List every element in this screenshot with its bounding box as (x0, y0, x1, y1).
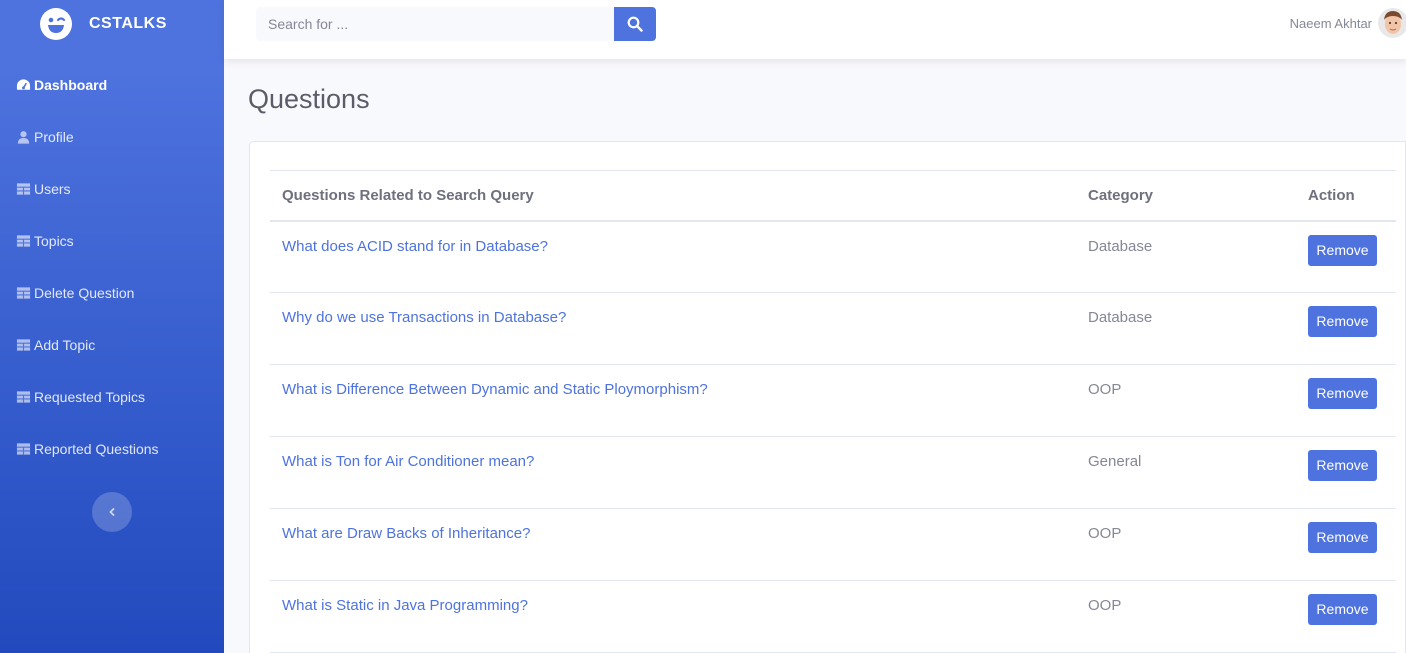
category-cell: OOP (1076, 364, 1296, 437)
search-input[interactable] (256, 7, 614, 41)
table-header-row: Questions Related to Search Query Catego… (270, 170, 1396, 222)
question-link[interactable]: What is Ton for Air Conditioner mean? (282, 453, 534, 470)
page-title: Questions (248, 84, 370, 114)
remove-button[interactable]: Remove (1308, 234, 1377, 266)
table-row: What are Draw Backs of Inheritance? OOP … (270, 508, 1396, 581)
laugh-wink-icon (40, 7, 72, 40)
table-icon (16, 287, 31, 299)
remove-button[interactable]: Remove (1308, 450, 1377, 481)
question-link[interactable]: What is Static in Java Programming? (282, 597, 528, 614)
sidebar-item-label: Add Topic (34, 337, 96, 353)
search-button[interactable] (614, 7, 656, 41)
sidebar-item-delete-question[interactable]: Delete Question (16, 285, 134, 301)
category-cell: Database (1076, 220, 1296, 293)
question-link[interactable]: What are Draw Backs of Inheritance? (282, 525, 530, 542)
sidebar-item-label: Topics (34, 233, 74, 249)
chevron-left-icon (109, 508, 115, 516)
remove-button[interactable]: Remove (1308, 522, 1377, 553)
questions-table: Questions Related to Search Query Catego… (270, 170, 1396, 653)
table-row: What is Static in Java Programming? OOP … (270, 580, 1396, 653)
table-icon (16, 183, 31, 195)
sidebar-item-topics[interactable]: Topics (16, 233, 74, 249)
avatar[interactable] (1378, 8, 1406, 38)
category-cell: General (1076, 436, 1296, 509)
sidebar-item-reported-questions[interactable]: Reported Questions (16, 441, 159, 457)
sidebar-item-profile[interactable]: Profile (16, 129, 74, 145)
table-row: What does ACID stand for in Database? Da… (270, 220, 1396, 293)
table-icon (16, 443, 31, 455)
category-cell: OOP (1076, 508, 1296, 581)
table-row: What is Difference Between Dynamic and S… (270, 364, 1396, 437)
sidebar-toggle-button[interactable] (92, 492, 132, 532)
sidebar-item-dashboard[interactable]: Dashboard (16, 77, 107, 93)
question-link[interactable]: What is Difference Between Dynamic and S… (282, 381, 708, 398)
sidebar-item-label: Delete Question (34, 285, 135, 301)
remove-button[interactable]: Remove (1308, 594, 1377, 625)
sidebar-item-label: Profile (34, 129, 74, 145)
remove-button[interactable]: Remove (1308, 378, 1377, 409)
table-row: What is Ton for Air Conditioner mean? Ge… (270, 436, 1396, 509)
sidebar-item-add-topic[interactable]: Add Topic (16, 337, 95, 353)
category-cell: OOP (1076, 580, 1296, 653)
brand-name: CSTALKS (89, 14, 167, 32)
table-row: Why do we use Transactions in Database? … (270, 292, 1396, 365)
category-cell: Database (1076, 292, 1296, 365)
sidebar-item-requested-topics[interactable]: Requested Topics (16, 389, 145, 405)
table-icon (16, 235, 31, 247)
user-icon (17, 131, 30, 144)
sidebar: CSTALKS Dashboard Profile Users Topics D… (0, 0, 224, 653)
remove-button[interactable]: Remove (1308, 306, 1377, 337)
sidebar-item-label: Requested Topics (34, 389, 146, 405)
question-link[interactable]: Why do we use Transactions in Database? (282, 309, 566, 326)
user-name[interactable]: Naeem Akhtar (1290, 16, 1372, 31)
dashboard-icon (16, 79, 31, 90)
search-icon (627, 16, 643, 32)
table-icon (16, 391, 31, 403)
brand[interactable]: CSTALKS (0, 0, 224, 47)
column-header-question: Questions Related to Search Query (270, 170, 1076, 222)
column-header-category: Category (1076, 170, 1296, 222)
table-icon (16, 339, 31, 351)
questions-card: Questions Related to Search Query Catego… (249, 141, 1406, 653)
column-header-action: Action (1296, 170, 1396, 222)
topbar: Naeem Akhtar (224, 0, 1406, 59)
sidebar-item-users[interactable]: Users (16, 181, 71, 197)
sidebar-item-label: Users (34, 181, 71, 197)
sidebar-item-label: Reported Questions (34, 441, 159, 457)
sidebar-item-label: Dashboard (34, 77, 108, 93)
question-link[interactable]: What does ACID stand for in Database? (282, 238, 548, 255)
